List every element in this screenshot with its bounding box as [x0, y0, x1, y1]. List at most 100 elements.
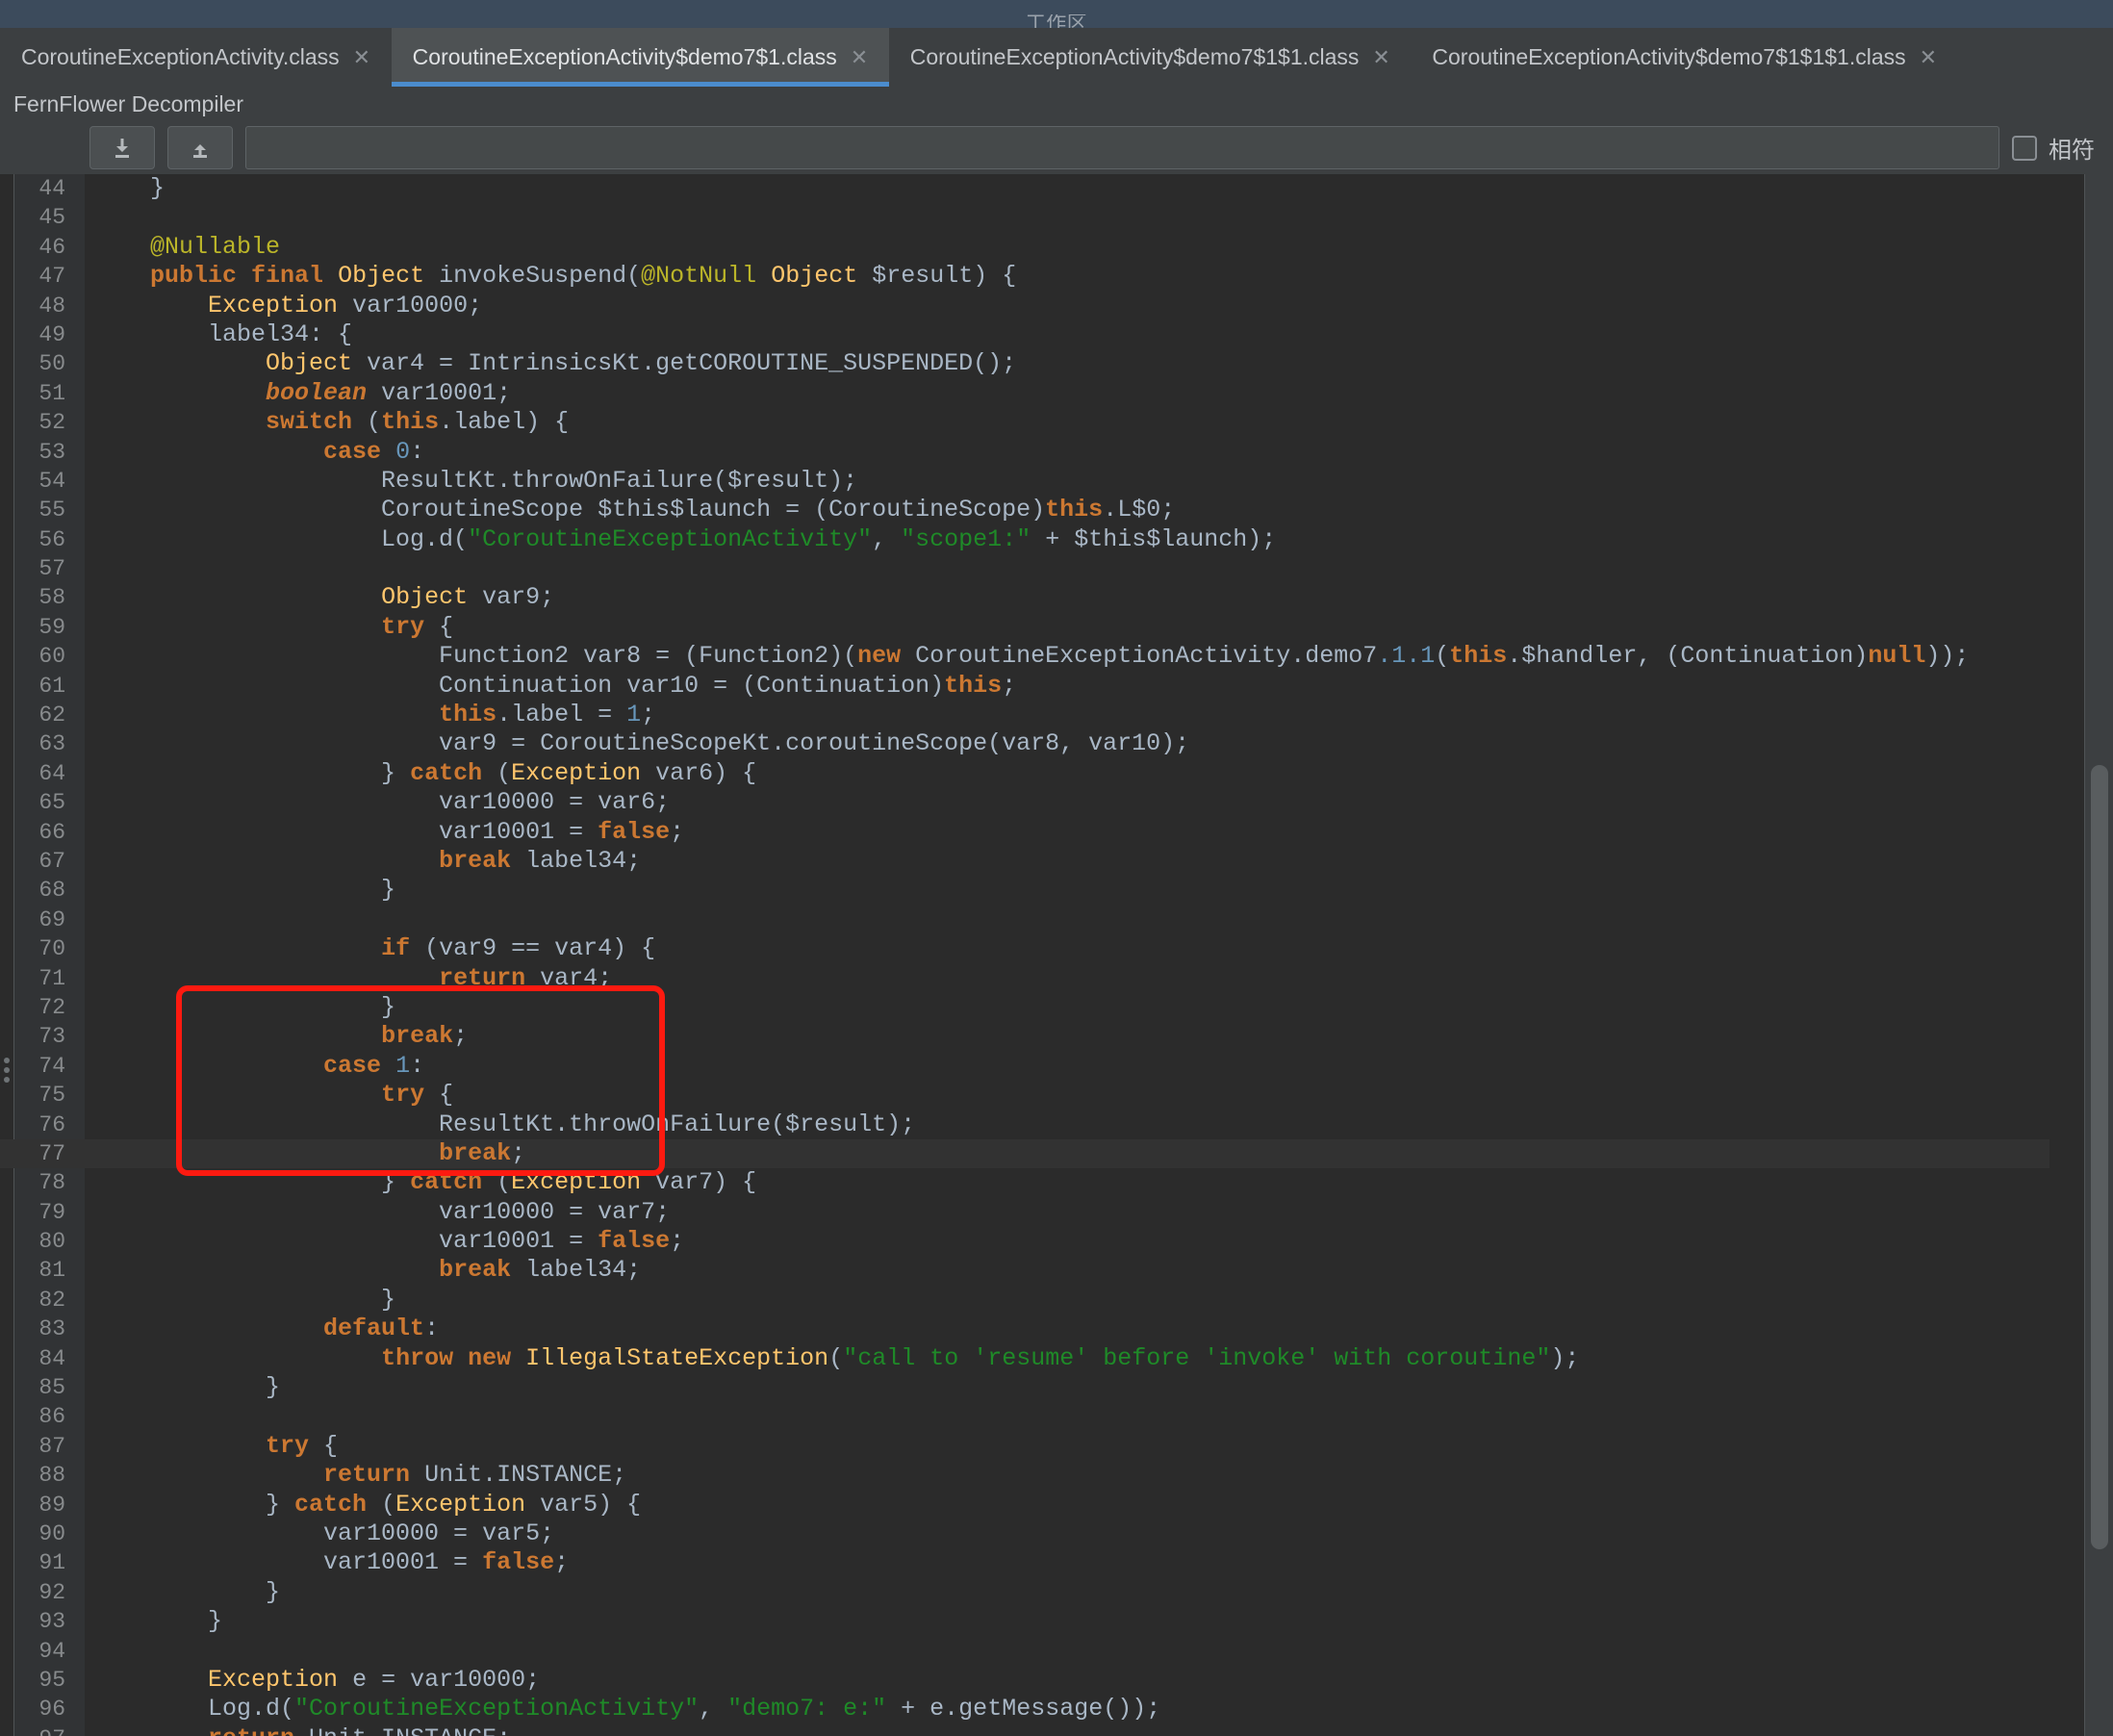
search-input[interactable] — [245, 126, 1999, 169]
panel-drag-handle[interactable] — [2, 1058, 12, 1083]
code-line-content: var9 = CoroutineScopeKt.coroutineScope(v… — [92, 729, 1190, 758]
code-line[interactable]: 82 } — [0, 1286, 2049, 1315]
code-line[interactable]: 81 break label34; — [0, 1256, 2049, 1285]
code-line[interactable]: 56 Log.d("CoroutineExceptionActivity", "… — [0, 525, 2049, 554]
code-line[interactable]: 87 try { — [0, 1432, 2049, 1461]
code-line[interactable]: 47 public final Object invokeSuspend(@No… — [0, 262, 2049, 291]
code-line[interactable]: 45 — [0, 203, 2049, 232]
code-line-content: var10000 = var6; — [92, 788, 671, 817]
editor-tab[interactable]: CoroutineExceptionActivity$demo7$1$1$1.c… — [1411, 28, 1957, 87]
code-line[interactable]: 91 var10001 = false; — [0, 1548, 2049, 1577]
close-icon[interactable]: ✕ — [1372, 46, 1389, 68]
code-line[interactable]: 61 Continuation var10 = (Continuation)th… — [0, 672, 2049, 701]
code-line-content: default: — [323, 1315, 440, 1343]
code-line[interactable]: 78 } catch (Exception var7) { — [0, 1168, 2049, 1197]
code-line[interactable]: 62 this.label = 1; — [0, 701, 2049, 729]
code-line-content: case 1: — [323, 1051, 425, 1080]
code-line[interactable]: 60 Function2 var8 = (Function2)(new Coro… — [0, 642, 2049, 671]
code-line[interactable]: 52 switch (this.label) { — [0, 408, 2049, 437]
code-line[interactable]: 69 — [0, 906, 2049, 934]
match-case-toggle[interactable]: 相符 — [2012, 131, 2100, 165]
decompiled-code-editor[interactable]: 44 } 45 46 @Nullable 47 public final Objec… — [0, 174, 2113, 1736]
line-number: 57 — [38, 556, 65, 582]
code-line-content: var10000 = var7; — [92, 1197, 671, 1226]
line-number: 72 — [38, 994, 65, 1020]
code-line[interactable]: 96 Log.d("CoroutineExceptionActivity", "… — [0, 1695, 2049, 1723]
code-line[interactable]: 55 CoroutineScope $this$launch = (Corout… — [0, 496, 2049, 524]
code-line[interactable]: 94 — [0, 1637, 2049, 1666]
code-line-content: Exception e = var10000; — [208, 1665, 541, 1694]
code-line[interactable]: 65 var10000 = var6; — [0, 788, 2049, 817]
code-line[interactable]: 54 ResultKt.throwOnFailure($result); — [0, 467, 2049, 496]
match-label: 相符 — [2049, 138, 2095, 164]
code-line[interactable]: 88 return Unit.INSTANCE; — [0, 1461, 2049, 1490]
code-line[interactable]: 89 } catch (Exception var5) { — [0, 1491, 2049, 1519]
code-line[interactable]: 48 Exception var10000; — [0, 292, 2049, 320]
code-line-content: throw new IllegalStateException("call to… — [381, 1343, 1580, 1372]
code-line[interactable]: 75 try { — [0, 1081, 2049, 1110]
code-line[interactable]: 84 throw new IllegalStateException("call… — [0, 1344, 2049, 1373]
line-number: 87 — [38, 1433, 65, 1459]
close-icon[interactable]: ✕ — [353, 46, 370, 68]
editor-vertical-scrollbar[interactable] — [2084, 174, 2113, 1736]
match-checkbox[interactable] — [2012, 135, 2037, 161]
code-line[interactable]: 80 var10001 = false; — [0, 1227, 2049, 1256]
code-line-content: var10001 = false; — [92, 817, 685, 846]
code-line[interactable]: 85 } — [0, 1373, 2049, 1402]
code-line[interactable]: 86 — [0, 1402, 2049, 1431]
code-line-content: Object var9; — [381, 583, 555, 612]
code-line[interactable]: 90 var10000 = var5; — [0, 1519, 2049, 1548]
code-line[interactable]: 58 Object var9; — [0, 583, 2049, 612]
code-line-content: Exception var10000; — [208, 291, 483, 319]
close-icon[interactable]: ✕ — [1920, 46, 1937, 68]
code-line[interactable]: 68 } — [0, 876, 2049, 905]
code-line[interactable]: 66 var10001 = false; — [0, 818, 2049, 847]
scrollbar-thumb[interactable] — [2091, 765, 2108, 1549]
code-line-content: } — [92, 1577, 281, 1606]
code-line[interactable]: 77 break; — [0, 1138, 2049, 1169]
code-line[interactable]: 74 case 1: — [0, 1052, 2049, 1081]
code-line[interactable]: 93 } — [0, 1607, 2049, 1636]
window-title-strip: 工作区 — [0, 0, 2113, 28]
code-line[interactable]: 79 var10000 = var7; — [0, 1198, 2049, 1227]
collapse-all-button[interactable] — [89, 126, 155, 169]
code-line[interactable]: 97 return Unit.INSTANCE; — [0, 1724, 2049, 1736]
code-line-content: var10000 = var5; — [92, 1519, 555, 1547]
code-line[interactable]: 73 break; — [0, 1022, 2049, 1051]
code-line[interactable]: 76 ResultKt.throwOnFailure($result); — [0, 1111, 2049, 1139]
code-line[interactable]: 64 } catch (Exception var6) { — [0, 759, 2049, 788]
code-line[interactable]: 59 try { — [0, 613, 2049, 642]
code-line[interactable]: 63 var9 = CoroutineScopeKt.coroutineScop… — [0, 729, 2049, 758]
line-number: 48 — [38, 293, 65, 319]
code-line-content: switch (this.label) { — [266, 408, 570, 437]
code-line[interactable]: 53 case 0: — [0, 438, 2049, 467]
code-line[interactable]: 57 — [0, 554, 2049, 583]
line-number: 89 — [38, 1492, 65, 1518]
code-line[interactable]: 50 Object var4 = IntrinsicsKt.getCOROUTI… — [0, 349, 2049, 378]
line-number: 50 — [38, 351, 65, 377]
code-line[interactable]: 72 } — [0, 993, 2049, 1022]
editor-tab[interactable]: CoroutineExceptionActivity.class ✕ — [0, 28, 392, 87]
code-line[interactable]: 67 break label34; — [0, 847, 2049, 876]
line-number: 68 — [38, 878, 65, 904]
editor-tab[interactable]: CoroutineExceptionActivity$demo7$1$1.cla… — [889, 28, 1412, 87]
code-line[interactable]: 92 } — [0, 1578, 2049, 1607]
code-line[interactable]: 46 @Nullable — [0, 233, 2049, 262]
line-number: 74 — [38, 1053, 65, 1079]
code-line[interactable]: 49 label34: { — [0, 320, 2049, 349]
code-line[interactable]: 71 return var4; — [0, 964, 2049, 993]
code-line[interactable]: 95 Exception e = var10000; — [0, 1666, 2049, 1695]
code-line-content: } — [92, 992, 396, 1021]
close-icon[interactable]: ✕ — [851, 46, 868, 68]
editor-tab[interactable]: CoroutineExceptionActivity$demo7$1.class… — [391, 28, 889, 87]
code-line[interactable]: 83 default: — [0, 1315, 2049, 1343]
line-number: 45 — [38, 205, 65, 231]
line-number: 88 — [38, 1463, 65, 1489]
code-line[interactable]: 51 boolean var10001; — [0, 379, 2049, 408]
expand-all-button[interactable] — [167, 126, 233, 169]
line-number: 93 — [38, 1609, 65, 1635]
code-line[interactable]: 70 if (var9 == var4) { — [0, 934, 2049, 963]
code-line-content: ResultKt.throwOnFailure($result); — [92, 466, 858, 495]
code-line[interactable]: 44 } — [0, 174, 2049, 203]
line-number: 54 — [38, 468, 65, 494]
